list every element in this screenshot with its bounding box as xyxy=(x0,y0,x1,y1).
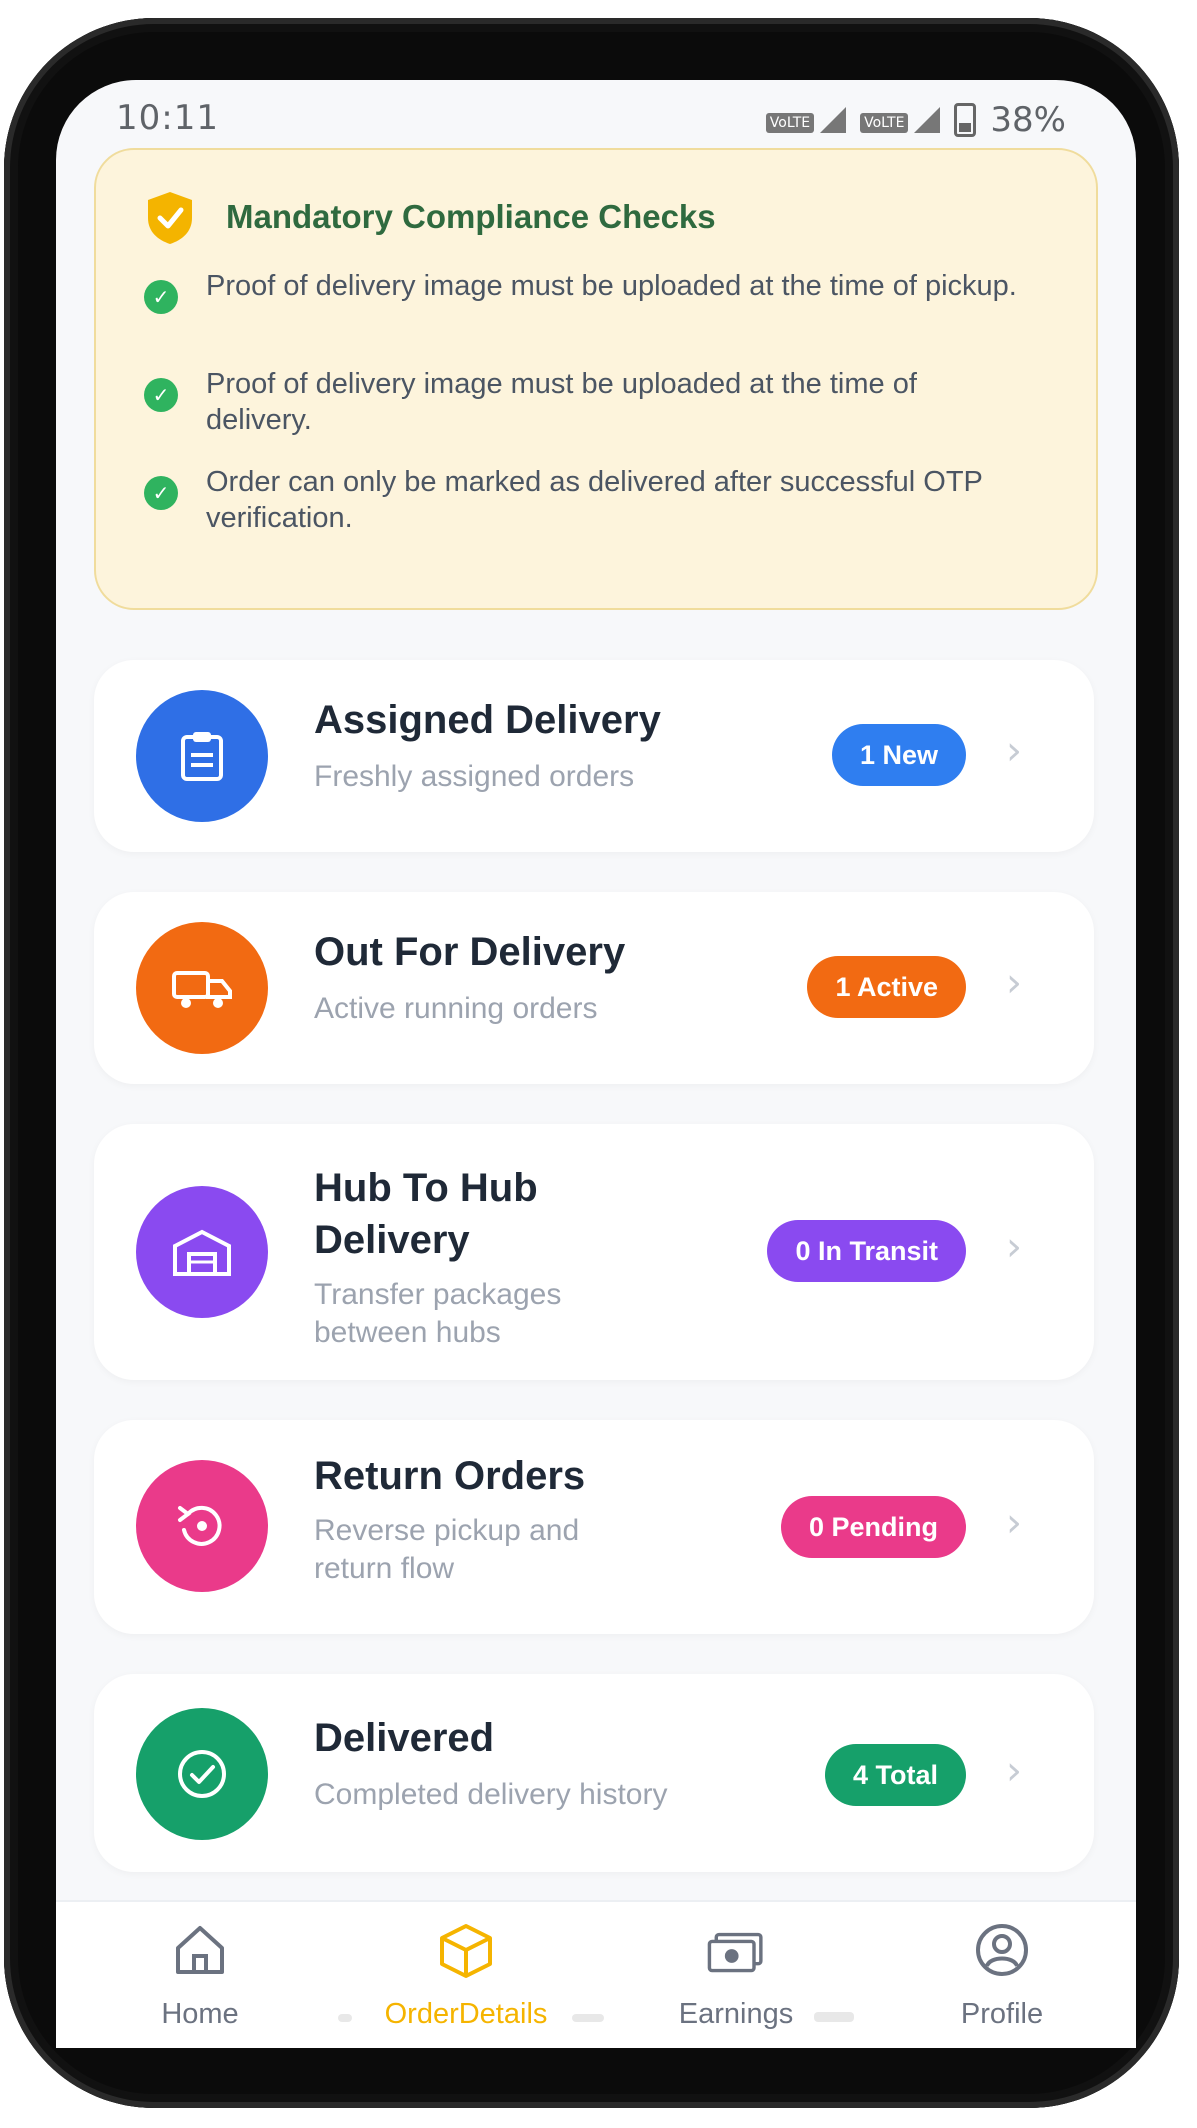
signal-icon: VoLTE xyxy=(765,107,847,133)
system-nav-bar xyxy=(4,1986,1179,2046)
recents-button[interactable] xyxy=(814,2012,854,2022)
compliance-panel: Mandatory Compliance Checks ✓ Proof of d… xyxy=(94,148,1098,610)
warehouse-icon xyxy=(136,1186,268,1318)
user-icon xyxy=(976,1924,1028,1976)
home-icon xyxy=(176,1926,224,1974)
signal-icon: VoLTE xyxy=(860,107,941,133)
chevron-right-icon: › xyxy=(1006,1224,1022,1270)
status-badge: 1 Active xyxy=(807,956,966,1018)
compliance-item-text: Proof of delivery image must be uploaded… xyxy=(206,270,1017,302)
box-icon xyxy=(440,1924,492,1978)
compliance-title: Mandatory Compliance Checks xyxy=(226,198,716,235)
app-screen: 10:11 VoLTE VoLTE 38% Mandatory Complian… xyxy=(56,80,1136,2048)
back-button[interactable] xyxy=(338,2014,352,2022)
card-title: Assigned Delivery xyxy=(314,698,661,742)
shield-icon xyxy=(148,192,192,244)
card-delivered[interactable]: Delivered Completed delivery history 4 T… xyxy=(94,1674,1094,1872)
status-icons: VoLTE VoLTE 38% xyxy=(765,100,1066,140)
chevron-right-icon: › xyxy=(1006,728,1022,774)
check-circle-icon xyxy=(136,1708,268,1840)
card-subtitle: Active running orders xyxy=(314,992,598,1025)
card-title: Return Orders xyxy=(314,1454,586,1498)
card-return-orders[interactable]: Return Orders Reverse pickup and return … xyxy=(94,1420,1094,1634)
phone-frame: 10:11 VoLTE VoLTE 38% Mandatory Complian… xyxy=(4,18,1179,2108)
chevron-right-icon: › xyxy=(1006,1500,1022,1546)
card-subtitle: Freshly assigned orders xyxy=(314,760,635,793)
chevron-right-icon: › xyxy=(1006,960,1022,1006)
card-title: Out For Delivery xyxy=(314,930,626,974)
truck-icon xyxy=(136,922,268,1054)
compliance-item-text: Order can only be marked as delivered af… xyxy=(206,466,983,534)
status-bar: 10:11 VoLTE VoLTE 38% xyxy=(56,80,1136,150)
clipboard-icon xyxy=(136,690,268,822)
card-assigned-delivery[interactable]: Assigned Delivery Freshly assigned order… xyxy=(94,660,1094,852)
check-icon: ✓ xyxy=(144,280,178,314)
status-badge: 4 Total xyxy=(824,1744,966,1806)
home-button[interactable] xyxy=(572,2014,604,2022)
card-title: Hub To Hub Delivery xyxy=(314,1166,538,1262)
compliance-item-text: Proof of delivery image must be uploaded… xyxy=(206,368,917,436)
status-badge: 1 New xyxy=(831,724,966,786)
return-icon xyxy=(136,1460,268,1592)
card-subtitle: Completed delivery history xyxy=(314,1778,668,1811)
card-subtitle: Transfer packages between hubs xyxy=(314,1278,562,1349)
status-badge: 0 Pending xyxy=(780,1496,966,1558)
status-badge: 0 In Transit xyxy=(767,1220,966,1282)
battery-level: 38% xyxy=(990,100,1066,140)
card-subtitle: Reverse pickup and return flow xyxy=(314,1514,580,1585)
status-time: 10:11 xyxy=(116,98,219,138)
card-hub-to-hub-delivery[interactable]: Hub To Hub Delivery Transfer packages be… xyxy=(94,1124,1094,1380)
check-icon: ✓ xyxy=(144,378,178,412)
battery-icon xyxy=(954,103,977,137)
chevron-right-icon: › xyxy=(1006,1748,1022,1794)
check-icon: ✓ xyxy=(144,476,178,510)
cash-icon xyxy=(707,1932,763,1973)
card-title: Delivered xyxy=(314,1716,495,1760)
card-out-for-delivery[interactable]: Out For Delivery Active running orders 1… xyxy=(94,892,1094,1084)
